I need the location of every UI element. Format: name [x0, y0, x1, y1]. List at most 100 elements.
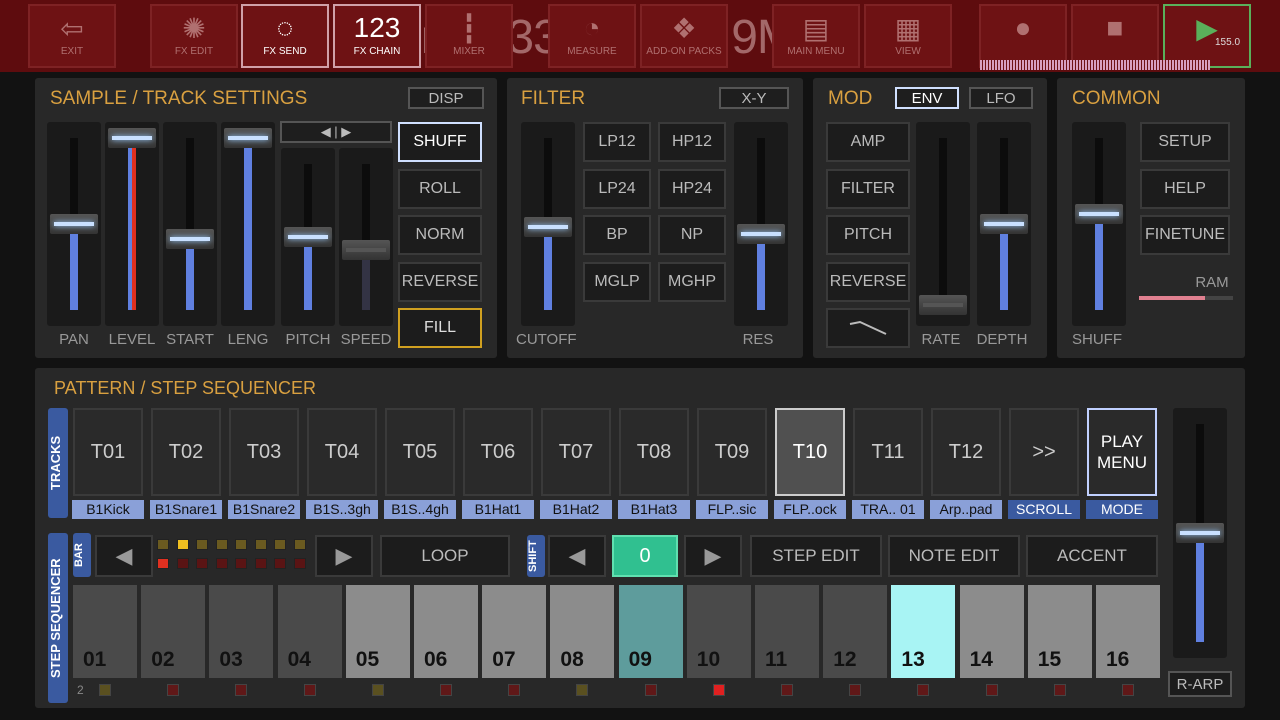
bar-prev-button[interactable]: ◀ — [95, 535, 153, 577]
fader-start[interactable] — [163, 122, 217, 326]
bar-indicator[interactable] — [235, 539, 247, 550]
fader-knob[interactable] — [284, 227, 332, 247]
fader-knob[interactable] — [524, 217, 572, 238]
track-t01[interactable]: T01 — [73, 408, 143, 496]
bar-indicator[interactable] — [254, 558, 267, 569]
bar-indicator[interactable] — [215, 558, 228, 569]
track-t10[interactable]: T10 — [775, 408, 845, 496]
step-button[interactable]: 03 — [209, 585, 274, 678]
step-button[interactable]: 09 — [618, 585, 683, 678]
res-fader[interactable] — [734, 122, 788, 326]
filter-np-button[interactable]: NP — [658, 215, 726, 255]
bar-indicator[interactable] — [196, 558, 208, 569]
bar-indicator[interactable] — [176, 539, 189, 550]
filter-lp12-button[interactable]: LP12 — [583, 122, 651, 162]
depth-fader[interactable] — [977, 122, 1031, 326]
fader-pan[interactable] — [47, 122, 101, 326]
fader-knob[interactable] — [50, 214, 98, 234]
mod-shape-button[interactable] — [826, 308, 910, 348]
reverse-button[interactable]: REVERSE — [398, 261, 482, 302]
step-button[interactable]: 11 — [755, 585, 819, 678]
lfo-button[interactable]: LFO — [969, 87, 1033, 109]
mode-label[interactable]: MODE — [1086, 500, 1158, 519]
fader-knob[interactable] — [342, 240, 390, 261]
fader-knob[interactable] — [980, 214, 1028, 234]
roll-button[interactable]: ROLL — [398, 168, 482, 209]
bar-indicator[interactable] — [176, 558, 189, 569]
filter-hp12-button[interactable]: HP12 — [658, 122, 726, 162]
play-menu-button[interactable]: PLAY MENU — [1087, 408, 1157, 496]
fader-knob[interactable] — [166, 229, 214, 250]
filter-mglp-button[interactable]: MGLP — [583, 261, 651, 302]
filter-lp24-button[interactable]: LP24 — [583, 168, 651, 209]
master-volume-fader[interactable] — [1173, 408, 1227, 658]
step-button[interactable]: 02 — [141, 585, 206, 678]
mod-amp-button[interactable]: AMP — [826, 122, 910, 162]
step-button[interactable]: 15 — [1027, 585, 1092, 678]
fader-pitch[interactable] — [281, 148, 335, 326]
bar-indicator[interactable] — [293, 539, 306, 550]
shuff-button[interactable]: SHUFF — [398, 122, 482, 162]
fader-leng[interactable] — [221, 122, 275, 326]
note-edit-button[interactable]: NOTE EDIT — [888, 535, 1020, 577]
shift-prev-button[interactable]: ◀ — [548, 535, 606, 577]
step-edit-button[interactable]: STEP EDIT — [750, 535, 882, 577]
scroll-button[interactable]: >> — [1009, 408, 1079, 496]
filter-hp24-button[interactable]: HP24 — [658, 168, 726, 209]
r-arp-button[interactable]: R-ARP — [1168, 671, 1232, 697]
record-button[interactable]: ● — [979, 4, 1067, 68]
fader-knob[interactable] — [108, 128, 156, 148]
bar-indicator[interactable] — [293, 558, 306, 569]
track-t03[interactable]: T03 — [229, 408, 299, 496]
toolbar-main-menu-button[interactable]: ▤ MAIN MENU — [772, 4, 860, 68]
bar-indicator[interactable] — [254, 539, 267, 550]
filter-bp-button[interactable]: BP — [583, 215, 651, 255]
scroll-label[interactable]: SCROLL — [1008, 500, 1080, 519]
step-button[interactable]: 05 — [345, 585, 410, 678]
toolbar-measure-button[interactable]: ◔ MEASURE — [548, 4, 636, 68]
stop-button[interactable]: ■ — [1071, 4, 1159, 68]
track-t05[interactable]: T05 — [385, 408, 455, 496]
toolbar-fx-chain-button[interactable]: 123 FX CHAIN — [333, 4, 421, 68]
bar-indicator[interactable] — [157, 539, 169, 550]
fill-button[interactable]: FILL — [398, 308, 482, 348]
step-button[interactable]: 01 — [73, 585, 137, 678]
step-button[interactable]: 04 — [277, 585, 342, 678]
step-button[interactable]: 06 — [414, 585, 478, 678]
cutoff-fader[interactable] — [521, 122, 575, 326]
play-button[interactable]: ▶ — [1163, 4, 1251, 68]
bar-indicator[interactable] — [235, 558, 247, 569]
step-button[interactable]: 10 — [686, 585, 751, 678]
fader-knob[interactable] — [1075, 203, 1123, 224]
fader-knob[interactable] — [1176, 523, 1224, 543]
bar-indicator[interactable] — [215, 539, 228, 550]
filter-mghp-button[interactable]: MGHP — [658, 261, 726, 302]
mod-reverse-button[interactable]: REVERSE — [826, 261, 910, 302]
step-button[interactable]: 16 — [1096, 585, 1160, 678]
disp-button[interactable]: DISP — [408, 87, 484, 109]
bar-indicator[interactable] — [196, 539, 208, 550]
finetune-button[interactable]: FINETUNE — [1140, 215, 1230, 255]
bar-indicator[interactable] — [157, 558, 169, 569]
setup-button[interactable]: SETUP — [1140, 122, 1230, 162]
fader-speed[interactable] — [339, 148, 393, 326]
toolbar-fx-edit-button[interactable]: ✺ FX EDIT — [150, 4, 238, 68]
track-t06[interactable]: T06 — [463, 408, 533, 496]
accent-button[interactable]: ACCENT — [1026, 535, 1158, 577]
rate-fader[interactable] — [916, 122, 970, 326]
mod-pitch-button[interactable]: PITCH — [826, 215, 910, 255]
xy-button[interactable]: X-Y — [719, 87, 789, 109]
toolbar-view-button[interactable]: ▦ VIEW — [864, 4, 952, 68]
step-button[interactable]: 07 — [482, 585, 547, 678]
toolbar-mixer-button[interactable]: ┇ MIXER — [425, 4, 513, 68]
step-button[interactable]: 12 — [823, 585, 888, 678]
track-t07[interactable]: T07 — [541, 408, 611, 496]
track-t08[interactable]: T08 — [619, 408, 689, 496]
help-button[interactable]: HELP — [1140, 168, 1230, 209]
fader-level[interactable] — [105, 122, 159, 326]
common-shuff-fader[interactable] — [1072, 122, 1126, 326]
norm-button[interactable]: NORM — [398, 215, 482, 255]
bar-next-button[interactable]: ▶ — [315, 535, 373, 577]
bar-indicator[interactable] — [274, 558, 286, 569]
mod-filter-button[interactable]: FILTER — [826, 168, 910, 209]
